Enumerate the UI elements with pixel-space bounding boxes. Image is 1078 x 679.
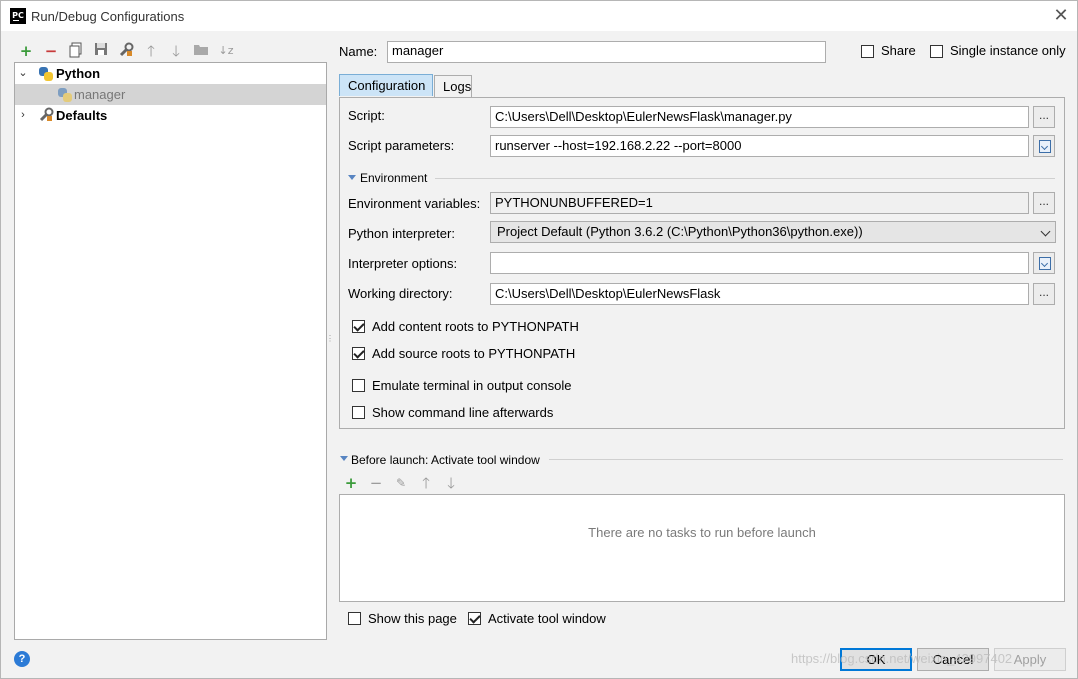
python-icon bbox=[39, 67, 53, 81]
remove-task-icon[interactable]: − bbox=[367, 474, 385, 492]
workdir-field[interactable]: C:\Users\Dell\Desktop\EulerNewsFlask bbox=[490, 283, 1029, 305]
tab-configuration[interactable]: Configuration bbox=[339, 74, 433, 96]
interpreter-label: Python interpreter: bbox=[348, 226, 455, 241]
move-task-down-icon[interactable]: 🡓 bbox=[442, 474, 460, 492]
emulate-terminal-checkbox[interactable] bbox=[352, 379, 365, 392]
environment-section-label: Environment bbox=[360, 171, 428, 185]
script-label: Script: bbox=[348, 108, 385, 123]
tab-logs[interactable]: Logs bbox=[434, 75, 472, 97]
script-field[interactable]: C:\Users\Dell\Desktop\EulerNewsFlask\man… bbox=[490, 106, 1029, 128]
python-file-icon bbox=[58, 88, 72, 102]
sort-icon[interactable]: ↓z bbox=[217, 42, 235, 60]
before-launch-label: Before launch: Activate tool window bbox=[351, 453, 540, 467]
folder-icon[interactable] bbox=[192, 42, 210, 60]
move-up-icon[interactable]: 🡑 bbox=[142, 42, 160, 60]
name-label: Name: bbox=[339, 44, 378, 59]
help-icon[interactable]: ? bbox=[14, 651, 30, 667]
script-params-label: Script parameters: bbox=[348, 138, 455, 153]
tree-label-defaults: Defaults bbox=[56, 108, 108, 123]
edit-defaults-icon[interactable] bbox=[117, 42, 135, 60]
title-bar: PC Run/Debug Configurations ✕ bbox=[1, 1, 1077, 31]
show-cmdline-label: Show command line afterwards bbox=[372, 405, 554, 420]
pycharm-logo-icon: PC bbox=[10, 8, 26, 24]
move-task-up-icon[interactable]: 🡑 bbox=[417, 474, 435, 492]
interpreter-value: Project Default (Python 3.6.2 (C:\Python… bbox=[497, 224, 863, 239]
emulate-terminal-label: Emulate terminal in output console bbox=[372, 378, 572, 393]
browse-script-button[interactable]: ... bbox=[1033, 106, 1055, 128]
chevron-down-icon[interactable]: ⌄ bbox=[18, 63, 28, 84]
env-vars-field[interactable]: PYTHONUNBUFFERED=1 bbox=[490, 192, 1029, 214]
add-content-roots-checkbox[interactable] bbox=[352, 320, 365, 333]
browse-workdir-button[interactable]: ... bbox=[1033, 283, 1055, 305]
script-params-field[interactable]: runserver --host=192.168.2.22 --port=800… bbox=[490, 135, 1029, 157]
empty-tasks-text: There are no tasks to run before launch bbox=[588, 525, 816, 540]
environment-divider bbox=[435, 178, 1055, 179]
add-icon[interactable]: + bbox=[17, 42, 35, 60]
show-page-checkbox[interactable] bbox=[348, 612, 361, 625]
collapse-triangle-icon[interactable] bbox=[348, 175, 356, 180]
edit-task-icon[interactable]: ✎ bbox=[392, 474, 410, 492]
window-title: Run/Debug Configurations bbox=[31, 9, 185, 24]
remove-icon[interactable]: − bbox=[42, 42, 60, 60]
tasks-list: There are no tasks to run before launch bbox=[339, 494, 1065, 602]
config-tree: ⌄ Python manager › Defaults bbox=[14, 62, 327, 640]
move-down-icon[interactable]: 🡓 bbox=[167, 42, 185, 60]
interpreter-select[interactable]: Project Default (Python 3.6.2 (C:\Python… bbox=[490, 221, 1056, 243]
edit-env-vars-button[interactable]: ... bbox=[1033, 192, 1055, 214]
tree-label-manager: manager bbox=[74, 87, 126, 102]
workdir-label: Working directory: bbox=[348, 286, 453, 301]
share-checkbox[interactable] bbox=[861, 45, 874, 58]
activate-tool-checkbox[interactable] bbox=[468, 612, 481, 625]
tree-item-python[interactable]: ⌄ Python bbox=[15, 63, 326, 84]
tree-item-defaults[interactable]: › Defaults bbox=[15, 105, 326, 126]
activate-tool-label: Activate tool window bbox=[488, 611, 606, 626]
expand-params-icon[interactable] bbox=[1033, 135, 1055, 157]
watermark: https://blog.csdn.net/weixin_42997402 bbox=[791, 651, 1013, 666]
name-field[interactable]: manager bbox=[387, 41, 826, 63]
before-launch-triangle-icon[interactable] bbox=[340, 456, 348, 461]
share-label: Share bbox=[881, 43, 916, 58]
save-icon[interactable] bbox=[92, 42, 110, 60]
copy-icon[interactable] bbox=[67, 42, 85, 60]
env-vars-label: Environment variables: bbox=[348, 196, 481, 211]
show-page-label: Show this page bbox=[368, 611, 457, 626]
expand-interp-options-icon[interactable] bbox=[1033, 252, 1055, 274]
add-source-roots-checkbox[interactable] bbox=[352, 347, 365, 360]
show-cmdline-checkbox[interactable] bbox=[352, 406, 365, 419]
chevron-right-icon[interactable]: › bbox=[18, 105, 28, 126]
interp-options-field[interactable] bbox=[490, 252, 1029, 274]
add-content-roots-label: Add content roots to PYTHONPATH bbox=[372, 319, 579, 334]
close-icon[interactable]: ✕ bbox=[1053, 6, 1069, 24]
add-task-icon[interactable]: + bbox=[342, 474, 360, 492]
splitter-handle[interactable]: ⋮ bbox=[326, 334, 334, 346]
interp-options-label: Interpreter options: bbox=[348, 256, 458, 271]
chevron-down-icon bbox=[1040, 226, 1051, 237]
before-launch-divider bbox=[549, 459, 1063, 460]
wrench-icon bbox=[38, 107, 54, 123]
single-instance-label: Single instance only bbox=[950, 43, 1066, 58]
add-source-roots-label: Add source roots to PYTHONPATH bbox=[372, 346, 576, 361]
tree-label-python: Python bbox=[56, 66, 101, 81]
run-debug-dialog: PC Run/Debug Configurations ✕ + − 🡑 🡓 ↓z… bbox=[0, 0, 1078, 679]
single-instance-checkbox[interactable] bbox=[930, 45, 943, 58]
tree-item-manager[interactable]: manager bbox=[15, 84, 326, 105]
